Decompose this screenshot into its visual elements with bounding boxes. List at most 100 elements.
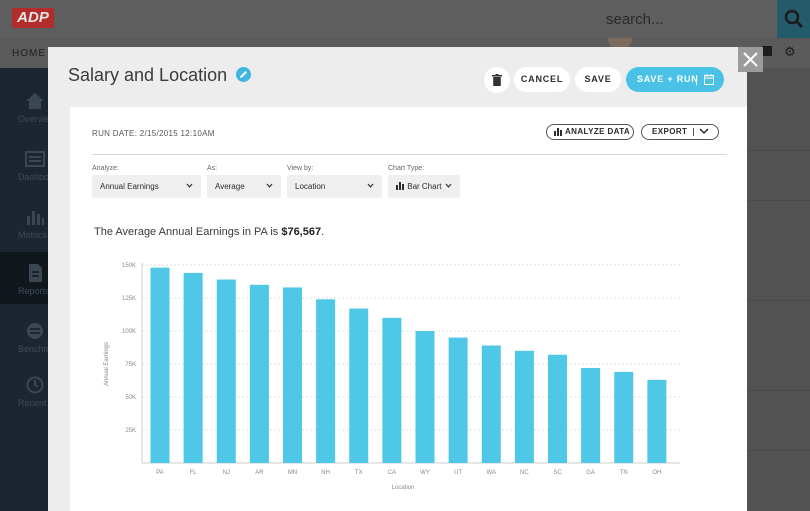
- y-axis-title: Annual Earnings: [104, 342, 110, 386]
- divider: [747, 450, 810, 451]
- x-axis-title: Location: [392, 485, 415, 491]
- sidebar-item-reports[interactable]: Reports: [0, 252, 50, 304]
- as-select[interactable]: Average: [207, 175, 281, 198]
- chevron-down-icon: [699, 128, 709, 135]
- page-title: Salary and Location: [68, 65, 228, 85]
- home-icon: [26, 93, 44, 109]
- divider: [747, 300, 810, 301]
- bar-chart-icon: [554, 128, 562, 136]
- summary-text: The Average Annual Earnings in PA is $76…: [94, 226, 324, 238]
- y-tick-label: 150K: [122, 263, 136, 269]
- x-tick-label: FL: [190, 470, 198, 476]
- export-button[interactable]: EXPORT: [641, 124, 719, 140]
- bar-ca: [382, 317, 402, 463]
- sidebar-item-overview[interactable]: Overview: [0, 80, 56, 132]
- summary-value: $76,567: [281, 226, 322, 238]
- divider: [747, 200, 810, 201]
- sidebar-item-metrics[interactable]: Metrics: [0, 196, 48, 248]
- sidebar-item-benchmarks[interactable]: Benchmarks: [0, 310, 68, 362]
- x-tick-label: UT: [454, 470, 462, 476]
- bar-pa: [150, 267, 170, 463]
- bar-sc: [548, 354, 567, 463]
- background-content: [747, 68, 810, 511]
- search-input[interactable]: search...: [606, 11, 664, 28]
- bar-nj: [216, 279, 236, 463]
- divider: [693, 128, 694, 136]
- benchmarks-icon: [27, 323, 43, 339]
- bar-tn: [614, 371, 634, 463]
- x-tick-label: CA: [388, 470, 396, 476]
- divider: [92, 154, 727, 155]
- as-label: As:: [207, 165, 218, 172]
- save-run-label: SAVE + RUN: [637, 74, 699, 84]
- save-run-button[interactable]: SAVE + RUN: [626, 67, 724, 92]
- chart-type-value: Bar Chart: [407, 182, 442, 191]
- edit-title-button[interactable]: [236, 67, 251, 82]
- x-tick-label: WY: [420, 470, 430, 476]
- sidebar-item-label: Reports: [18, 286, 50, 296]
- gear-icon[interactable]: ⚙: [784, 44, 796, 60]
- home-link[interactable]: HOME: [12, 48, 46, 59]
- x-tick-label: NH: [321, 470, 330, 476]
- chart-type-label: Chart Type:: [388, 165, 425, 172]
- chevron-down-icon: [445, 183, 452, 188]
- delete-button[interactable]: [484, 67, 510, 93]
- divider: [747, 150, 810, 151]
- report-panel: RUN DATE: 2/15/2015 12:10AM ANALYZE DATA…: [70, 107, 747, 511]
- trash-icon: [492, 74, 502, 86]
- y-tick-label: 50K: [125, 395, 136, 401]
- bar-wa: [481, 345, 501, 463]
- bar-nh: [316, 299, 336, 463]
- sidebar-item-recent[interactable]: Recent: [0, 364, 48, 416]
- pencil-icon: [240, 71, 247, 78]
- bar-ga: [581, 367, 601, 463]
- adp-logo[interactable]: ADP: [12, 8, 54, 28]
- top-bar: ADP search...: [0, 0, 810, 38]
- x-tick-label: OH: [652, 470, 661, 476]
- analyze-data-button[interactable]: ANALYZE DATA: [546, 124, 634, 140]
- summary-prefix: The Average Annual Earnings in PA is: [94, 226, 282, 238]
- analyze-value: Annual Earnings: [100, 182, 159, 191]
- divider: [747, 390, 810, 391]
- sidebar-item-label: Metrics: [18, 230, 47, 240]
- cancel-button[interactable]: CANCEL: [514, 67, 570, 92]
- bar-ar: [249, 284, 269, 463]
- bar-tx: [349, 308, 369, 463]
- close-icon: [743, 52, 758, 67]
- chevron-down-icon: [367, 183, 374, 188]
- bar-mn: [283, 287, 302, 463]
- bar-chart-icon: [396, 182, 404, 190]
- bar-nc: [514, 350, 534, 463]
- x-tick-label: TN: [620, 470, 628, 476]
- analyze-data-label: ANALYZE DATA: [565, 127, 631, 136]
- clock-icon: [26, 376, 44, 394]
- sidebar-item-label: Recent: [18, 398, 47, 408]
- x-tick-label: NC: [520, 470, 529, 476]
- x-tick-label: GA: [586, 470, 595, 476]
- dashboard-icon: [25, 151, 45, 167]
- search-button[interactable]: [777, 0, 810, 38]
- x-tick-label: NJ: [223, 470, 230, 476]
- y-tick-label: 125K: [122, 296, 136, 302]
- close-button[interactable]: [738, 47, 763, 72]
- edit-icon[interactable]: [762, 46, 772, 56]
- bar-chart: 25K 50K 75K 100K 125K 150K PA FL NJ AR MN NH TX CA WY U…: [104, 263, 680, 491]
- chart-type-select[interactable]: Bar Chart: [388, 175, 460, 198]
- bar-oh: [647, 379, 667, 463]
- chevron-down-icon: [266, 183, 273, 188]
- y-tick-label: 100K: [122, 329, 136, 335]
- analyze-select[interactable]: Annual Earnings: [92, 175, 201, 198]
- x-tick-label: AR: [255, 470, 264, 476]
- save-button[interactable]: SAVE: [575, 67, 621, 92]
- search-icon: [784, 9, 804, 29]
- x-tick-label: WA: [487, 470, 496, 476]
- x-tick-label: PA: [156, 470, 164, 476]
- view-by-select[interactable]: Location: [287, 175, 382, 198]
- run-date: RUN DATE: 2/15/2015 12:10AM: [92, 129, 215, 138]
- bar-fl: [183, 272, 203, 463]
- left-sidebar: Overview Dashboard Metrics Reports Bench…: [0, 68, 68, 511]
- reports-icon: [29, 264, 42, 282]
- metrics-icon: [27, 211, 44, 225]
- sidebar-item-dashboard[interactable]: Dashboard: [0, 138, 62, 190]
- summary-suffix: .: [321, 226, 325, 238]
